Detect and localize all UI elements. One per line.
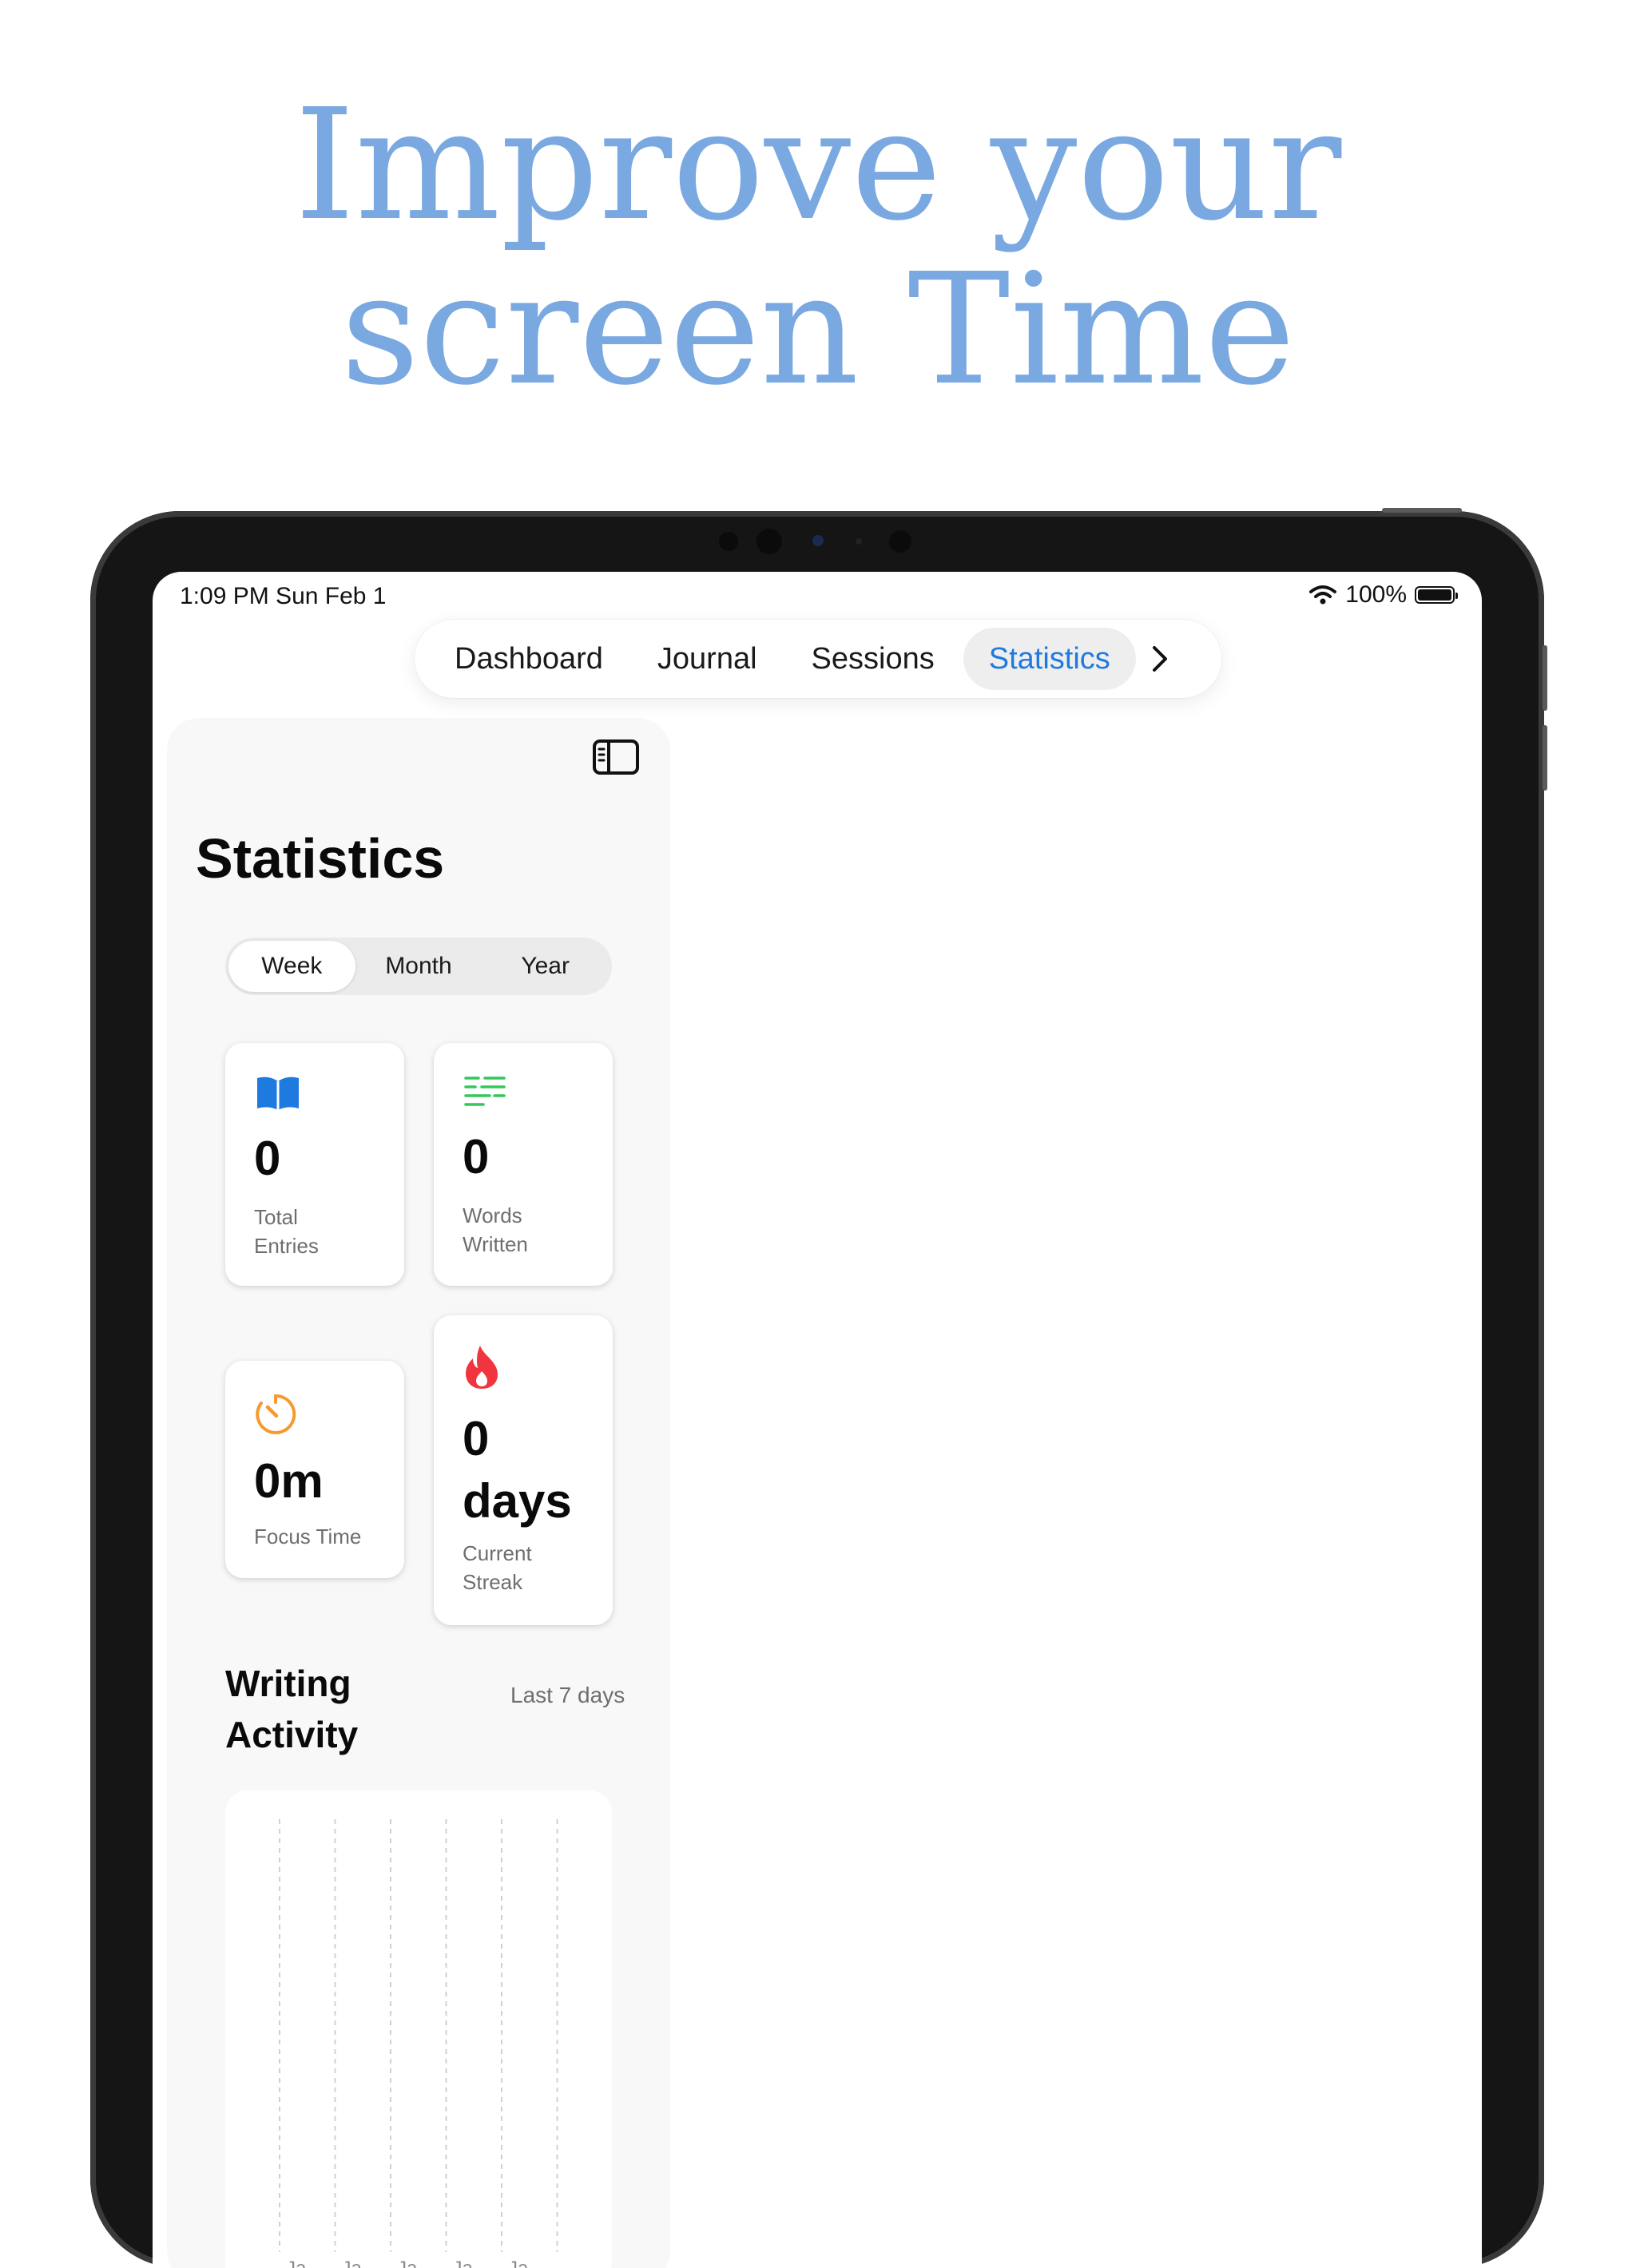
camera-lens bbox=[812, 535, 824, 546]
tab-dashboard[interactable]: Dashboard bbox=[429, 628, 629, 690]
flame-icon bbox=[466, 1346, 498, 1389]
writing-activity-period: Last 7 days bbox=[510, 1683, 625, 1707]
stat-card-current-streak: 0 days Current Streak bbox=[434, 1315, 613, 1625]
tab-journal[interactable]: Journal bbox=[632, 628, 783, 690]
total-entries-label: Total Entries bbox=[254, 1205, 319, 1258]
top-tab-bar: Dashboard Journal Sessions Statistics bbox=[415, 620, 1221, 698]
promo-headline: Improve your screen Time bbox=[0, 84, 1636, 413]
chevron-right-icon bbox=[1152, 646, 1167, 672]
writing-activity-chart: Ja... Ja... Ja... Ja... Ja...... bbox=[225, 1790, 612, 2268]
chart-x-tick-label: ... bbox=[564, 2258, 580, 2268]
volume-up-button bbox=[1543, 645, 1547, 711]
current-streak-value: 0 days bbox=[463, 1412, 572, 1528]
current-streak-label: Current Streak bbox=[463, 1541, 532, 1594]
chart-x-tick-label: Ja... bbox=[342, 2258, 378, 2268]
top-button bbox=[1382, 508, 1462, 513]
headline-line-2: screen Time bbox=[340, 241, 1296, 419]
wifi-icon bbox=[1309, 585, 1337, 605]
tab-statistics[interactable]: Statistics bbox=[963, 628, 1136, 690]
app-screen: 1:09 PM Sun Feb 1 100% Dashboard Journal… bbox=[153, 572, 1482, 2268]
range-week[interactable]: Week bbox=[228, 941, 355, 992]
status-bar: 1:09 PM Sun Feb 1 100% bbox=[153, 572, 1482, 620]
battery-icon bbox=[1415, 586, 1458, 604]
text-lines-icon bbox=[464, 1077, 506, 1106]
battery-percentage: 100% bbox=[1345, 581, 1407, 608]
chart-x-tick-label: Ja... bbox=[397, 2258, 433, 2268]
focus-time-value: 0m bbox=[254, 1454, 324, 1508]
words-written-label: Words Written bbox=[463, 1203, 528, 1256]
timer-icon bbox=[256, 1394, 296, 1434]
statistics-sidebar: Statistics Week Month Year 0 Total Entri… bbox=[167, 718, 670, 2268]
range-month[interactable]: Month bbox=[355, 941, 482, 992]
stat-card-focus-time: 0m Focus Time bbox=[225, 1361, 404, 1578]
volume-down-button bbox=[1543, 725, 1547, 791]
tablet-frame: 1:09 PM Sun Feb 1 100% Dashboard Journal… bbox=[90, 508, 1547, 2268]
stat-card-total-entries: 0 Total Entries bbox=[225, 1043, 404, 1286]
chart-x-tick-label: Ja... bbox=[453, 2258, 489, 2268]
more-tabs-button[interactable] bbox=[1144, 643, 1176, 675]
focus-time-label: Focus Time bbox=[254, 1525, 362, 1548]
chart-x-tick-label: Ja... bbox=[508, 2258, 544, 2268]
headline-line-1: Improve your bbox=[294, 77, 1342, 255]
tab-sessions[interactable]: Sessions bbox=[786, 628, 960, 690]
activity-chart-svg: Ja... Ja... Ja... Ja... Ja...... bbox=[279, 1819, 580, 2268]
page-title: Statistics bbox=[196, 827, 445, 890]
words-written-value: 0 bbox=[463, 1130, 490, 1184]
sidebar-icon bbox=[593, 739, 639, 775]
range-year[interactable]: Year bbox=[482, 941, 609, 992]
chart-x-tick-label: Ja... bbox=[286, 2258, 322, 2268]
stat-card-words-written: 0 Words Written bbox=[434, 1043, 613, 1286]
time-range-picker: Week Month Year bbox=[225, 938, 612, 995]
status-time: 1:09 PM Sun Feb 1 bbox=[180, 583, 387, 609]
book-icon bbox=[257, 1077, 299, 1110]
sidebar-toggle-button[interactable] bbox=[592, 739, 640, 777]
total-entries-value: 0 bbox=[254, 1132, 281, 1185]
writing-activity-title: Writing Activity bbox=[225, 1663, 359, 1755]
